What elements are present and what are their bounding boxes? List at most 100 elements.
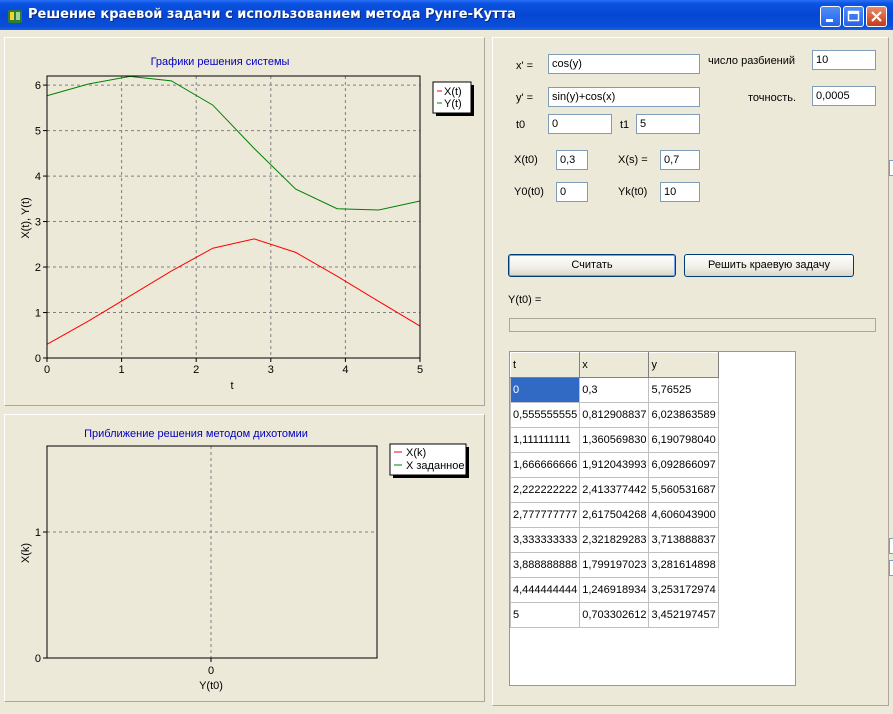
table-cell[interactable]: 2,617504268 <box>579 502 650 528</box>
table-cell[interactable]: 5,560531687 <box>648 477 719 503</box>
chart1-ylabel: X(t), Y(t) <box>20 197 32 238</box>
column-header-x[interactable]: x <box>579 352 650 378</box>
solution-chart: Графики решения системы X(t), Y(t) t 0 1 2… <box>20 56 474 392</box>
table-cell[interactable]: 1,360569830 <box>579 427 650 453</box>
ykt0-label: Yk(t0) <box>618 186 648 198</box>
yprime-label: y' = <box>516 92 534 104</box>
table-cell[interactable]: 6,092866097 <box>648 452 719 478</box>
chart2-ylabel: X(k) <box>20 543 32 563</box>
y-tick-label: 0 <box>35 353 41 365</box>
table-cell[interactable]: 0,555555555 <box>510 402 581 428</box>
maximize-button[interactable] <box>843 6 864 27</box>
chart2-xlabel: Y(t0) <box>199 680 223 692</box>
table-cell[interactable]: 3,452197457 <box>648 602 719 628</box>
table-cell[interactable]: 2,777777777 <box>510 502 581 528</box>
table-cell[interactable]: 3,333333333 <box>510 527 581 553</box>
xs-input[interactable] <box>660 150 700 170</box>
table-row[interactable]: 1,666666666 1,912043993 6,092866097 <box>510 452 719 478</box>
xs-label: X(s) = <box>618 154 648 166</box>
y-tick-label: 3 <box>35 217 41 229</box>
chart2-panel: Приближение решения методом дихотомии X(… <box>4 414 485 702</box>
table-cell[interactable]: 3,281614898 <box>648 552 719 578</box>
table-cell[interactable]: 1,666666666 <box>510 452 581 478</box>
result-label: Y(t0) = <box>508 294 542 306</box>
y-tick-label: 1 <box>35 527 41 539</box>
t0-input[interactable] <box>548 114 612 134</box>
y0t0-label: Y0(t0) <box>514 186 544 198</box>
legend-y-label: Y(t) <box>444 98 462 110</box>
table-row[interactable]: 1,111111111 1,360569830 6,190798040 <box>510 427 719 453</box>
table-cell[interactable]: 5 <box>510 602 581 628</box>
accuracy-input[interactable] <box>812 86 876 106</box>
splits-input[interactable] <box>812 50 876 70</box>
chart1-panel: Графики решения системы X(t), Y(t) t 0 1 2… <box>4 37 485 406</box>
table-row[interactable]: 0 0,3 5,76525 <box>510 377 719 403</box>
table-cell[interactable]: 2,321829283 <box>579 527 650 553</box>
table-cell[interactable]: 6,023863589 <box>648 402 719 428</box>
chart2-title: Приближение решения методом дихотомии <box>84 428 308 440</box>
dichotomy-chart: Приближение решения методом дихотомии X(… <box>20 428 469 692</box>
accuracy-label: точность. <box>748 92 797 104</box>
table-cell[interactable]: 6,190798040 <box>648 427 719 453</box>
t1-input[interactable] <box>636 114 700 134</box>
x-tick-label: 0 <box>208 665 214 677</box>
xprime-input[interactable] <box>548 54 700 74</box>
title-bar[interactable]: Решение краевой задачи с использованием … <box>0 0 893 30</box>
column-header-y[interactable]: y <box>648 352 719 378</box>
x-tick-label: 5 <box>417 364 423 376</box>
y-tick-label: 4 <box>35 171 41 183</box>
table-cell[interactable]: 0 <box>510 377 581 403</box>
table-row[interactable]: 4,444444444 1,246918934 3,253172974 <box>510 577 719 603</box>
scroll-stub <box>889 160 893 176</box>
solve-boundary-button[interactable]: Решить краевую задачу <box>684 254 854 277</box>
chart1-title: Графики решения системы <box>151 56 290 68</box>
legend-xgiven-label: X заданное <box>406 460 464 472</box>
chart2-legend: X(k) X заданное <box>389 443 469 478</box>
table-cell[interactable]: 3,888888888 <box>510 552 581 578</box>
xt0-label: X(t0) <box>514 154 538 166</box>
calculate-button[interactable]: Считать <box>508 254 676 277</box>
table-cell[interactable]: 0,3 <box>579 377 650 403</box>
yprime-input[interactable] <box>548 87 700 107</box>
table-row[interactable]: 2,222222222 2,413377442 5,560531687 <box>510 477 719 503</box>
table-row[interactable]: 2,777777777 2,617504268 4,606043900 <box>510 502 719 528</box>
table-row[interactable]: 5 0,703302612 3,452197457 <box>510 602 719 628</box>
xt0-input[interactable] <box>556 150 588 170</box>
table-cell[interactable]: 1,912043993 <box>579 452 650 478</box>
close-button[interactable] <box>866 6 887 27</box>
legend-xk-label: X(k) <box>406 447 426 459</box>
table-row[interactable]: 3,888888888 1,799197023 3,281614898 <box>510 552 719 578</box>
y-tick-label: 2 <box>35 262 41 274</box>
table-cell[interactable]: 0,703302612 <box>579 602 650 628</box>
results-grid[interactable]: t x y 0 0,3 5,76525 0,555555555 0,812908837 6… <box>509 351 796 686</box>
x-tick-label: 3 <box>268 364 274 376</box>
scroll-stub <box>889 560 893 576</box>
table-cell[interactable]: 1,246918934 <box>579 577 650 603</box>
y0t0-input[interactable] <box>556 182 588 202</box>
table-cell[interactable]: 3,713888837 <box>648 527 719 553</box>
table-cell[interactable]: 1,799197023 <box>579 552 650 578</box>
series-line-x <box>46 238 421 345</box>
table-row[interactable]: 0,555555555 0,812908837 6,023863589 <box>510 402 719 428</box>
table-row[interactable]: 3,333333333 2,321829283 3,713888837 <box>510 527 719 553</box>
table-cell[interactable]: 4,606043900 <box>648 502 719 528</box>
scroll-stub <box>889 538 893 554</box>
table-cell[interactable]: 3,253172974 <box>648 577 719 603</box>
t0-label: t0 <box>516 119 526 131</box>
legend-x-label: X(t) <box>444 86 462 98</box>
minimize-button[interactable] <box>820 6 841 27</box>
close-icon <box>871 11 882 22</box>
table-cell[interactable]: 5,76525 <box>648 377 719 403</box>
table-cell[interactable]: 2,413377442 <box>579 477 650 503</box>
table-cell[interactable]: 4,444444444 <box>510 577 581 603</box>
ykt0-input[interactable] <box>660 182 700 202</box>
table-cell[interactable]: 2,222222222 <box>510 477 581 503</box>
series-line-y <box>46 75 421 211</box>
x-tick-label: 0 <box>44 364 50 376</box>
progress-bar <box>509 318 876 332</box>
column-header-t[interactable]: t <box>510 352 581 378</box>
x-tick-label: 2 <box>193 364 199 376</box>
table-cell[interactable]: 1,111111111 <box>510 427 581 453</box>
app-icon <box>8 10 22 23</box>
table-cell[interactable]: 0,812908837 <box>579 402 650 428</box>
